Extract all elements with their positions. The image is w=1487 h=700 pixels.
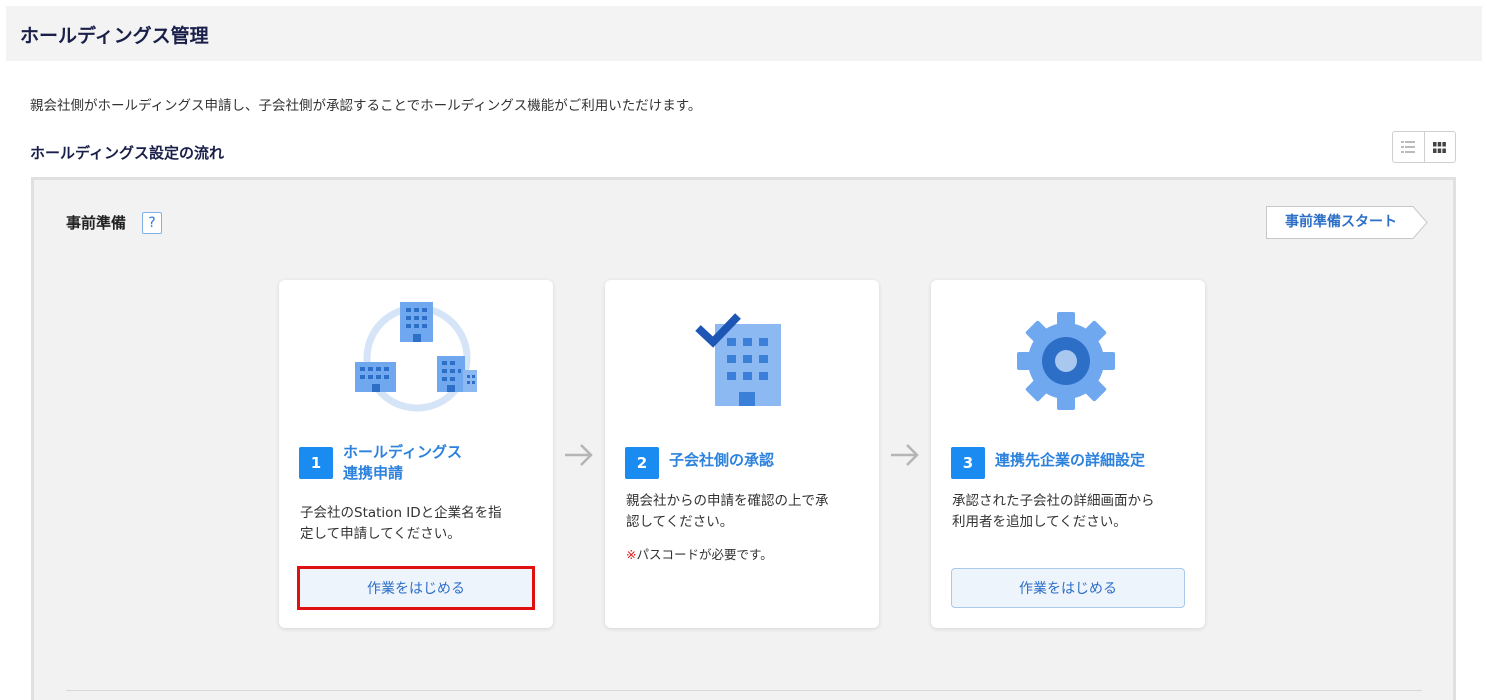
gear-icon xyxy=(1017,312,1115,410)
grid-view-icon[interactable] xyxy=(1423,132,1456,162)
step-desc-1: 子会社のStation IDと企業名を指 定して申請してください。 xyxy=(300,503,540,545)
step-card-3: 3 連携先企業の詳細設定 承認された子会社の詳細画面から 利用者を追加してくださ… xyxy=(931,280,1205,628)
step-title-3: 連携先企業の詳細設定 xyxy=(995,451,1146,469)
note-text: パスコードが必要です。 xyxy=(636,547,773,562)
step-title-2: 子会社側の承認 xyxy=(669,451,775,469)
step-desc-3: 承認された子会社の詳細画面から 利用者を追加してください。 xyxy=(952,491,1192,533)
view-toggle xyxy=(1392,131,1456,163)
step-title-1-line1: ホールディングス xyxy=(343,443,462,461)
page-title: ホールディングス管理 xyxy=(20,25,209,47)
step-card-1: 1 ホールディングス 連携申請 子会社のStation IDと企業名を指 定して… xyxy=(279,280,553,628)
step-desc-2-line2: 認してください。 xyxy=(626,514,734,530)
step-number-1: 1 xyxy=(299,447,333,479)
step-number-3: 3 xyxy=(951,447,985,479)
prep-start-button[interactable]: 事前準備スタート xyxy=(1266,206,1428,239)
arrow-right-icon xyxy=(565,444,593,466)
start-work-button-3[interactable]: 作業をはじめる xyxy=(951,568,1185,608)
step-desc-3-line2: 利用者を追加してください。 xyxy=(952,514,1127,530)
flow-section-title: ホールディングス設定の流れ xyxy=(30,144,224,162)
start-work-button-1[interactable]: 作業をはじめる xyxy=(297,566,535,610)
step-desc-2-line1: 親会社からの申請を確認の上で承 xyxy=(626,493,829,509)
passcode-note: ※パスコードが必要です。 xyxy=(626,544,773,563)
prep-title: 事前準備 xyxy=(66,214,127,232)
step-desc-1-line1: 子会社のStation IDと企業名を指 xyxy=(300,505,502,521)
step-desc-1-line2: 定して申請してください。 xyxy=(300,526,461,542)
step-desc-2: 親会社からの申請を確認の上で承 認してください。 xyxy=(626,491,866,533)
step-desc-3-line1: 承認された子会社の詳細画面から xyxy=(952,493,1155,509)
list-view-icon[interactable] xyxy=(1393,132,1424,162)
prep-start-label: 事前準備スタート xyxy=(1285,214,1397,230)
help-icon[interactable]: ? xyxy=(142,212,162,234)
step-title-1: ホールディングス 連携申請 xyxy=(343,442,543,484)
step-number-2: 2 xyxy=(625,447,659,479)
page-header: ホールディングス管理 xyxy=(6,6,1482,61)
approval-building-icon xyxy=(695,313,781,406)
note-mark: ※ xyxy=(626,547,637,562)
step-card-2: 2 子会社側の承認 親会社からの申請を確認の上で承 認してください。 ※パスコー… xyxy=(605,280,879,628)
arrow-right-icon xyxy=(891,444,919,466)
step-title-1-line2: 連携申請 xyxy=(343,464,404,482)
intro-text: 親会社側がホールディングス申請し、子会社側が承認することでホールディングス機能が… xyxy=(30,98,702,114)
holdings-network-icon xyxy=(355,302,477,412)
section-divider xyxy=(66,690,1422,691)
